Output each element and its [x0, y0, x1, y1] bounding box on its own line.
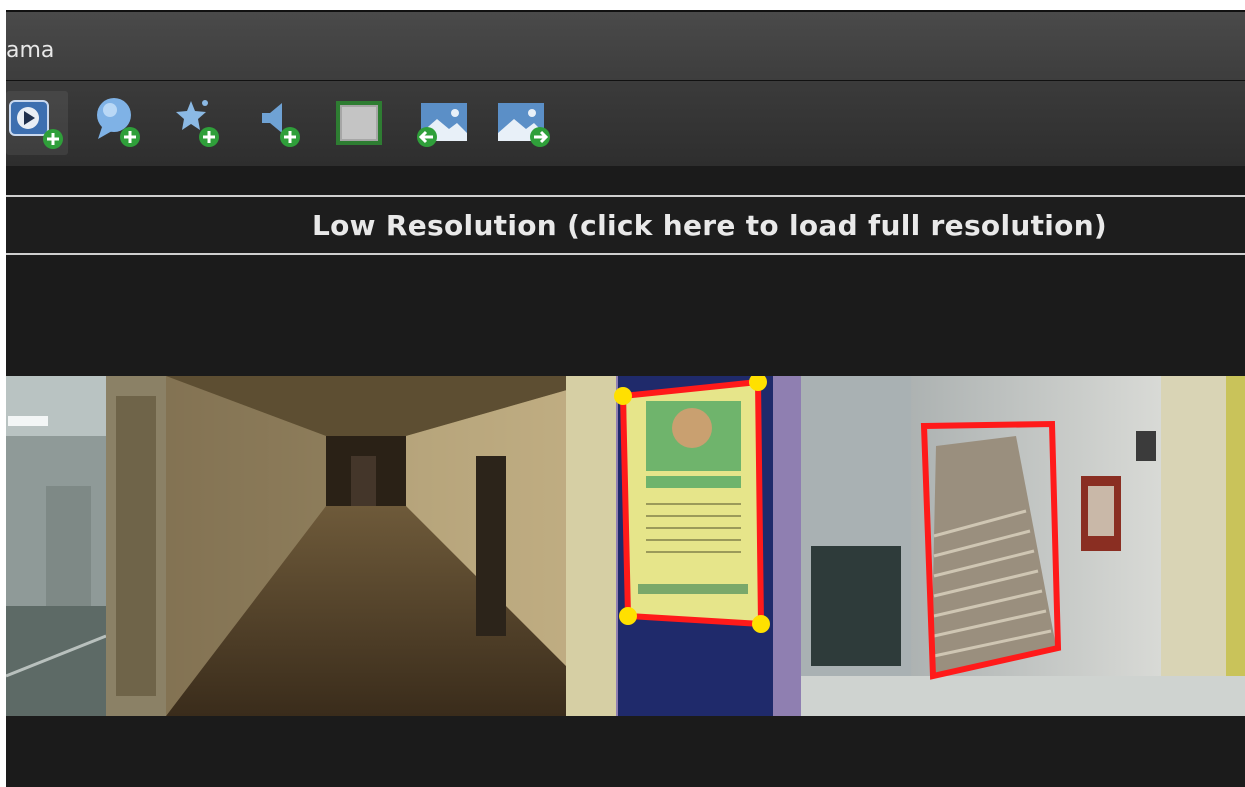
polygon-handle[interactable] — [614, 387, 632, 405]
add-info-bubble-button[interactable] — [86, 91, 148, 155]
add-video-icon — [9, 100, 63, 149]
add-sound-button[interactable] — [250, 91, 312, 155]
add-info-bubble-icon — [97, 98, 140, 147]
image-previous-button[interactable] — [411, 91, 473, 155]
add-star-hotspot-icon — [176, 100, 219, 147]
window-title: ama — [6, 38, 55, 63]
add-star-hotspot-button[interactable] — [169, 91, 231, 155]
image-next-icon — [498, 103, 550, 147]
title-bar: ama — [6, 10, 1245, 82]
image-next-button[interactable] — [492, 91, 554, 155]
add-video-button[interactable] — [6, 91, 68, 155]
load-full-resolution-link[interactable]: Low Resolution (click here to load full … — [6, 195, 1245, 255]
toolbar — [6, 81, 1245, 166]
polygon-handle[interactable] — [752, 615, 770, 633]
low-resolution-notice: Low Resolution (click here to load full … — [312, 209, 1108, 242]
polygon-handle[interactable] — [619, 607, 637, 625]
add-sound-icon — [262, 103, 300, 147]
panorama-viewport[interactable] — [6, 376, 1245, 716]
panorama-image — [6, 376, 1245, 716]
add-frame-icon — [336, 101, 382, 145]
image-previous-icon — [417, 103, 467, 147]
panorama-editor: ama Low Resolution (click here to load f… — [6, 10, 1245, 787]
add-frame-button[interactable] — [328, 91, 390, 155]
